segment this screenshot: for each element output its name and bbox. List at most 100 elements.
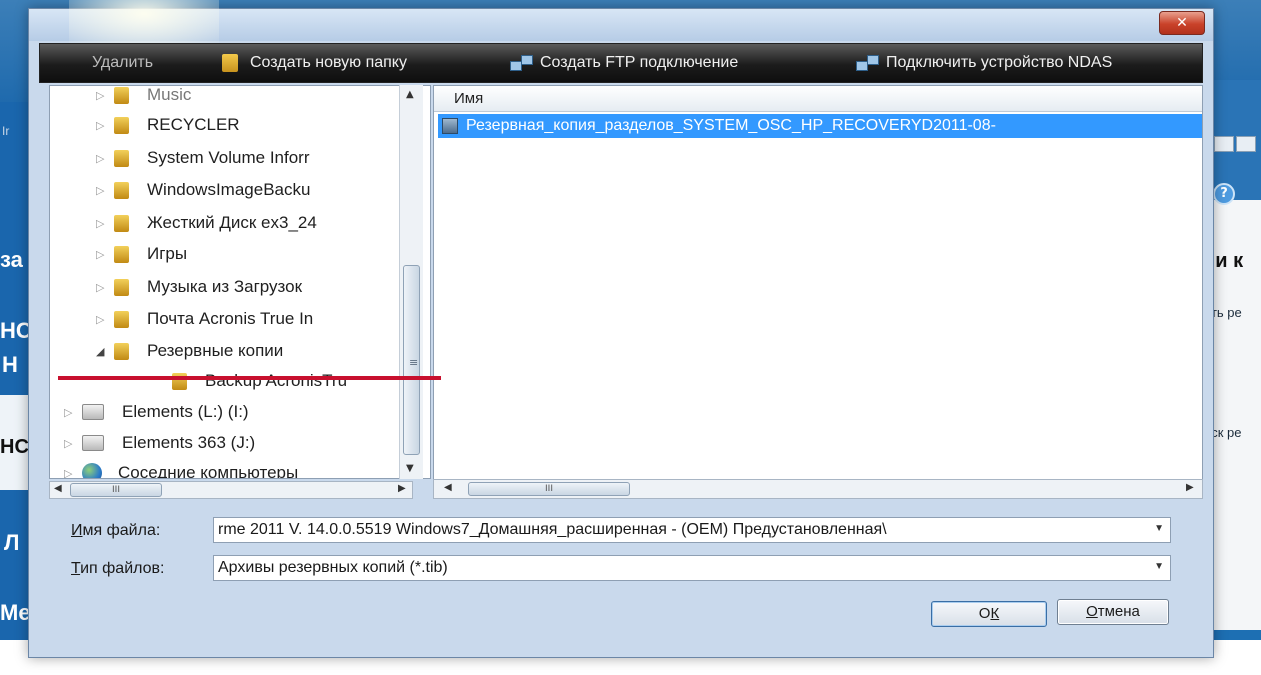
tree-item-label: WindowsImageBacku [147, 180, 311, 199]
scroll-thumb[interactable]: III [468, 482, 630, 496]
background-label: за [0, 247, 23, 272]
folder-icon [222, 54, 238, 72]
filename-input[interactable]: rme 2011 V. 14.0.0.5519 Windows7_Домашня… [213, 517, 1171, 543]
new-folder-label: Создать новую папку [250, 54, 407, 71]
chevron-down-icon[interactable]: ▼ [1154, 523, 1164, 534]
tree-item-label: Жесткий Диск ex3_24 [147, 213, 317, 232]
filename-value: rme 2011 V. 14.0.0.5519 Windows7_Домашня… [218, 521, 887, 538]
tree-item-label: Соседние компьютеры [118, 463, 299, 479]
scroll-right-icon[interactable]: ▶ [398, 483, 406, 494]
screen-glare [69, 0, 219, 49]
tree-item[interactable]: ▷ Почта Acronis True In [96, 306, 313, 332]
help-icon[interactable]: ? [1213, 183, 1235, 205]
scroll-left-icon[interactable]: ◀ [444, 482, 452, 493]
cancel-button[interactable]: Отмена [1057, 599, 1169, 625]
tree-item-label: Elements (L:) (I:) [122, 402, 249, 421]
background-label: Ме [0, 600, 31, 625]
tree-item[interactable]: ▷ WindowsImageBacku [96, 177, 310, 203]
close-button[interactable]: ✕ [1159, 11, 1205, 35]
column-header-name[interactable]: Имя [434, 86, 1202, 112]
expand-icon[interactable]: ▷ [96, 217, 114, 230]
folder-icon [114, 278, 129, 296]
ftp-connection-button[interactable]: Создать FTP подключение [510, 44, 738, 82]
expand-icon[interactable]: ▷ [96, 281, 114, 294]
ftp-connection-label: Создать FTP подключение [540, 54, 739, 71]
tree-item-drive[interactable]: ▷ Elements (L:) (I:) [64, 399, 249, 425]
tree-item[interactable]: ▷ System Volume Inforr [96, 145, 310, 171]
tree-item-label: Backup AcronisTru [205, 371, 348, 390]
tree-item[interactable]: ▷ RECYCLER [96, 112, 240, 138]
annotation-underline [58, 376, 441, 380]
drive-icon [82, 404, 104, 420]
file-list[interactable]: Имя Резервная_копия_разделов_SYSTEM_OSC_… [433, 85, 1203, 499]
ndas-connect-button[interactable]: Подключить устройство NDAS [856, 44, 1112, 82]
tree-horizontal-scrollbar[interactable]: ◀ III ▶ [49, 481, 413, 499]
grip-icon: ≡ [409, 356, 419, 369]
scroll-up-icon[interactable]: ▲ [406, 89, 414, 100]
expand-icon[interactable]: ▷ [96, 248, 114, 261]
expand-icon[interactable]: ▷ [96, 313, 114, 326]
delete-button[interactable]: Удалить [92, 44, 153, 82]
dialog-toolbar: Удалить Создать новую папку Создать FTP … [39, 43, 1203, 83]
expand-icon[interactable]: ▷ [64, 406, 82, 419]
tree-item-label: Elements 363 (J:) [122, 433, 256, 452]
background-label: Н [2, 352, 18, 377]
scroll-thumb[interactable]: III [70, 483, 162, 497]
ndas-connect-label: Подключить устройство NDAS [886, 54, 1113, 71]
folder-icon [114, 342, 129, 360]
scroll-left-icon[interactable]: ◀ [54, 483, 62, 494]
folder-icon [114, 116, 129, 134]
filetype-value: Архивы резервных копий (*.tib) [218, 559, 448, 576]
tree-item-label: Почта Acronis True In [147, 309, 314, 328]
tree-item[interactable]: ▷ Музыка из Загрузок [96, 274, 302, 300]
open-backup-dialog: ✕ Удалить Создать новую папку Создать FT… [28, 0, 1214, 658]
tree-item-label: Music [147, 85, 192, 104]
folder-icon [114, 214, 129, 232]
list-horizontal-scrollbar[interactable]: ◀ III ▶ [433, 479, 1203, 499]
scroll-right-icon[interactable]: ▶ [1186, 482, 1194, 493]
expand-icon[interactable]: ▷ [96, 119, 114, 132]
expand-icon[interactable]: ▷ [96, 184, 114, 197]
expand-icon[interactable]: ▷ [64, 437, 82, 450]
tree-item[interactable]: ▷ Жесткий Диск ex3_24 [96, 210, 317, 236]
background-label: НС [0, 436, 29, 458]
tree-item-label: Игры [147, 244, 188, 263]
folder-icon [114, 149, 129, 167]
delete-label: Удалить [92, 54, 154, 71]
folder-icon [114, 245, 129, 263]
tree-item[interactable]: ▷ Игры [96, 241, 187, 267]
background-label: Л [4, 530, 20, 555]
expand-icon[interactable]: ▷ [96, 89, 114, 102]
background-label: НС [0, 318, 32, 343]
tree-item-label: RECYCLER [147, 115, 240, 134]
tree-item-selected-folder[interactable]: Backup AcronisTru [172, 368, 347, 394]
drive-icon [82, 435, 104, 451]
ok-button[interactable]: ОК [931, 601, 1047, 627]
column-header-label: Имя [454, 90, 484, 107]
file-row-selected[interactable]: Резервная_копия_разделов_SYSTEM_OSC_HP_R… [438, 114, 1202, 138]
filetype-select[interactable]: Архивы резервных копий (*.tib) ▼ [213, 555, 1171, 581]
filename-label: Имя файла: [71, 522, 161, 539]
folder-icon [114, 86, 129, 104]
chevron-down-icon[interactable]: ▼ [1154, 561, 1164, 572]
expand-icon[interactable]: ▷ [96, 152, 114, 165]
new-folder-button[interactable]: Создать новую папку [222, 44, 407, 82]
background-button[interactable] [1236, 136, 1256, 152]
backup-archive-icon [442, 118, 458, 134]
tree-item-network[interactable]: ▷ Соседние компьютеры [64, 460, 299, 479]
file-name: Резервная_копия_разделов_SYSTEM_OSC_HP_R… [466, 117, 996, 134]
tree-vertical-scrollbar[interactable]: ▲ ≡ ▼ [399, 85, 423, 479]
folder-tree[interactable]: ▷ Music ▷ RECYCLER ▷ System Volume Infor… [49, 85, 431, 479]
tree-item-drive[interactable]: ▷ Elements 363 (J:) [64, 430, 255, 456]
network-icon [510, 55, 533, 71]
tree-item[interactable]: ◢ Резервные копии [96, 338, 283, 364]
collapse-icon[interactable]: ◢ [96, 345, 114, 358]
expand-icon[interactable]: ▷ [64, 467, 82, 479]
scroll-down-icon[interactable]: ▼ [406, 463, 414, 474]
tree-item[interactable]: ▷ Music [96, 85, 192, 108]
background-button[interactable] [1214, 136, 1234, 152]
folder-icon [114, 181, 129, 199]
dialog-titlebar: ✕ [29, 0, 1213, 49]
scroll-thumb[interactable]: ≡ [403, 265, 420, 455]
tree-item-label: Музыка из Загрузок [147, 277, 303, 296]
